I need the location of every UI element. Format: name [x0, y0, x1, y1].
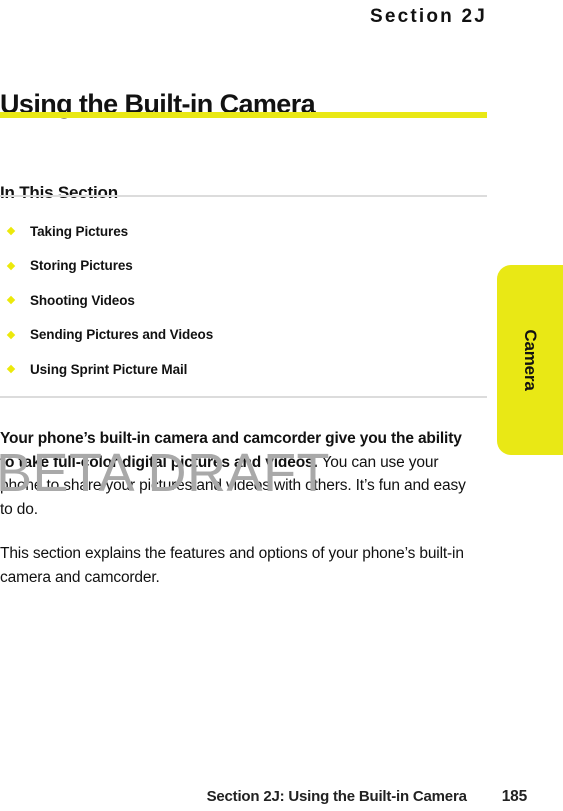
- intro-paragraph: Your phone’s built-in camera and camcord…: [0, 427, 470, 521]
- document-page: Section 2J Using the Built-in Camera In …: [0, 0, 563, 811]
- secondary-paragraph: This section explains the features and o…: [0, 545, 464, 586]
- body-copy: Your phone’s built-in camera and camcord…: [0, 427, 470, 610]
- toc-bottom-rule: [0, 396, 487, 398]
- in-this-section-list: Taking Pictures Storing Pictures Shootin…: [0, 214, 470, 387]
- diamond-bullet-icon: [6, 261, 16, 270]
- list-item-label: Shooting Videos: [30, 292, 135, 308]
- list-item[interactable]: Taking Pictures: [0, 214, 470, 249]
- list-item-label: Taking Pictures: [30, 223, 129, 239]
- list-item-label: Using Sprint Picture Mail: [30, 361, 188, 377]
- diamond-bullet-icon: [6, 365, 16, 374]
- list-item[interactable]: Shooting Videos: [0, 283, 470, 318]
- list-item[interactable]: Sending Pictures and Videos: [0, 318, 470, 353]
- toc-top-rule: [0, 195, 487, 197]
- list-item[interactable]: Using Sprint Picture Mail: [0, 352, 470, 387]
- footer-section-title: Section 2J: Using the Built-in Camera: [206, 788, 467, 805]
- section-thumb-tab: Camera: [497, 265, 563, 455]
- diamond-bullet-icon: [6, 227, 16, 236]
- in-this-section-heading: In This Section: [0, 183, 118, 203]
- list-item-label: Storing Pictures: [30, 258, 133, 274]
- footer-page-number: 185: [501, 788, 527, 805]
- diamond-bullet-icon: [6, 296, 16, 305]
- page-footer: Section 2J: Using the Built-in Camera 18…: [0, 788, 528, 806]
- section-thumb-tab-label: Camera: [521, 329, 540, 391]
- list-item-label: Sending Pictures and Videos: [30, 327, 214, 343]
- running-head: Section 2J: [369, 6, 487, 27]
- title-underline-rule: [0, 112, 487, 118]
- list-item[interactable]: Storing Pictures: [0, 249, 470, 284]
- diamond-bullet-icon: [6, 330, 16, 339]
